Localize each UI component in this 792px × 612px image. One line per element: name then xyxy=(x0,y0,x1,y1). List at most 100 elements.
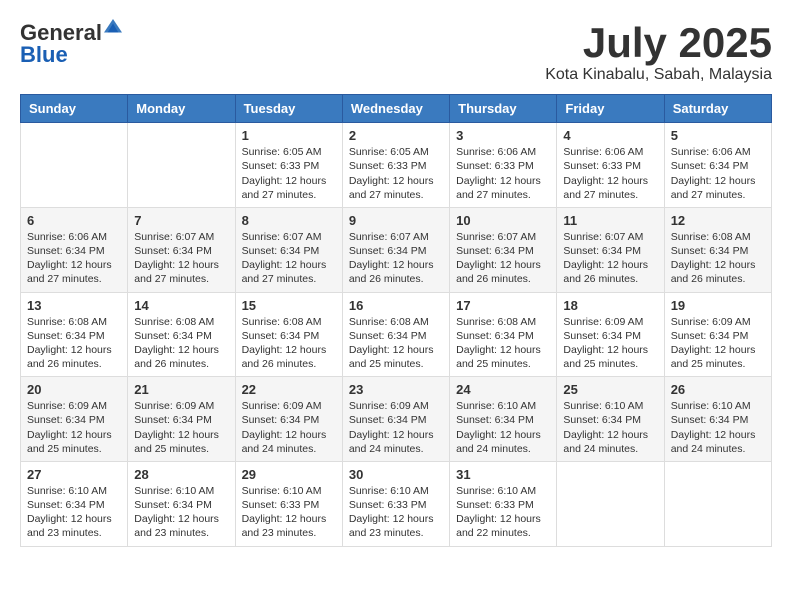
sunrise-text: Sunrise: 6:05 AM xyxy=(242,146,322,158)
title-area: July 2025 Kota Kinabalu, Sabah, Malaysia xyxy=(545,20,772,84)
day-number: 24 xyxy=(456,382,550,397)
table-row xyxy=(21,123,128,208)
sunset-text: Sunset: 6:34 PM xyxy=(456,245,534,257)
table-row: 11 Sunrise: 6:07 AM Sunset: 6:34 PM Dayl… xyxy=(557,207,664,292)
daylight-text: Daylight: 12 hours and 24 minutes. xyxy=(563,429,648,455)
day-info: Sunrise: 6:07 AM Sunset: 6:34 PM Dayligh… xyxy=(563,230,657,287)
calendar-table: Sunday Monday Tuesday Wednesday Thursday… xyxy=(20,94,772,546)
table-row: 9 Sunrise: 6:07 AM Sunset: 6:34 PM Dayli… xyxy=(342,207,449,292)
daylight-text: Daylight: 12 hours and 27 minutes. xyxy=(242,175,327,201)
sunrise-text: Sunrise: 6:10 AM xyxy=(563,400,643,412)
sunset-text: Sunset: 6:33 PM xyxy=(456,160,534,172)
sunset-text: Sunset: 6:34 PM xyxy=(134,330,212,342)
daylight-text: Daylight: 12 hours and 26 minutes. xyxy=(134,344,219,370)
sunset-text: Sunset: 6:34 PM xyxy=(242,414,320,426)
sunrise-text: Sunrise: 6:10 AM xyxy=(134,485,214,497)
day-number: 19 xyxy=(671,298,765,313)
sunset-text: Sunset: 6:34 PM xyxy=(27,499,105,511)
table-row: 15 Sunrise: 6:08 AM Sunset: 6:34 PM Dayl… xyxy=(235,292,342,377)
sunrise-text: Sunrise: 6:08 AM xyxy=(134,316,214,328)
day-info: Sunrise: 6:10 AM Sunset: 6:33 PM Dayligh… xyxy=(242,484,336,541)
day-info: Sunrise: 6:06 AM Sunset: 6:33 PM Dayligh… xyxy=(456,145,550,202)
daylight-text: Daylight: 12 hours and 24 minutes. xyxy=(456,429,541,455)
day-info: Sunrise: 6:09 AM Sunset: 6:34 PM Dayligh… xyxy=(349,399,443,456)
daylight-text: Daylight: 12 hours and 27 minutes. xyxy=(27,259,112,285)
table-row: 25 Sunrise: 6:10 AM Sunset: 6:34 PM Dayl… xyxy=(557,377,664,462)
daylight-text: Daylight: 12 hours and 26 minutes. xyxy=(563,259,648,285)
table-row: 18 Sunrise: 6:09 AM Sunset: 6:34 PM Dayl… xyxy=(557,292,664,377)
table-row: 16 Sunrise: 6:08 AM Sunset: 6:34 PM Dayl… xyxy=(342,292,449,377)
table-row: 28 Sunrise: 6:10 AM Sunset: 6:34 PM Dayl… xyxy=(128,461,235,546)
sunset-text: Sunset: 6:33 PM xyxy=(242,499,320,511)
calendar-week-row: 6 Sunrise: 6:06 AM Sunset: 6:34 PM Dayli… xyxy=(21,207,772,292)
day-number: 29 xyxy=(242,467,336,482)
sunrise-text: Sunrise: 6:09 AM xyxy=(349,400,429,412)
table-row: 29 Sunrise: 6:10 AM Sunset: 6:33 PM Dayl… xyxy=(235,461,342,546)
table-row: 17 Sunrise: 6:08 AM Sunset: 6:34 PM Dayl… xyxy=(450,292,557,377)
day-info: Sunrise: 6:10 AM Sunset: 6:34 PM Dayligh… xyxy=(563,399,657,456)
sunrise-text: Sunrise: 6:10 AM xyxy=(242,485,322,497)
header-thursday: Thursday xyxy=(450,95,557,123)
sunrise-text: Sunrise: 6:06 AM xyxy=(456,146,536,158)
daylight-text: Daylight: 12 hours and 26 minutes. xyxy=(27,344,112,370)
sunset-text: Sunset: 6:34 PM xyxy=(134,245,212,257)
day-number: 4 xyxy=(563,128,657,143)
sunrise-text: Sunrise: 6:05 AM xyxy=(349,146,429,158)
sunset-text: Sunset: 6:34 PM xyxy=(671,160,749,172)
day-number: 15 xyxy=(242,298,336,313)
sunrise-text: Sunrise: 6:07 AM xyxy=(349,231,429,243)
sunrise-text: Sunrise: 6:07 AM xyxy=(242,231,322,243)
day-info: Sunrise: 6:06 AM Sunset: 6:34 PM Dayligh… xyxy=(27,230,121,287)
calendar-week-row: 1 Sunrise: 6:05 AM Sunset: 6:33 PM Dayli… xyxy=(21,123,772,208)
day-number: 14 xyxy=(134,298,228,313)
header-saturday: Saturday xyxy=(664,95,771,123)
day-number: 26 xyxy=(671,382,765,397)
day-number: 10 xyxy=(456,213,550,228)
day-number: 18 xyxy=(563,298,657,313)
day-info: Sunrise: 6:06 AM Sunset: 6:34 PM Dayligh… xyxy=(671,145,765,202)
day-number: 20 xyxy=(27,382,121,397)
day-number: 16 xyxy=(349,298,443,313)
day-info: Sunrise: 6:07 AM Sunset: 6:34 PM Dayligh… xyxy=(456,230,550,287)
sunrise-text: Sunrise: 6:06 AM xyxy=(563,146,643,158)
day-info: Sunrise: 6:10 AM Sunset: 6:34 PM Dayligh… xyxy=(456,399,550,456)
daylight-text: Daylight: 12 hours and 24 minutes. xyxy=(349,429,434,455)
header-sunday: Sunday xyxy=(21,95,128,123)
sunset-text: Sunset: 6:34 PM xyxy=(349,414,427,426)
table-row: 8 Sunrise: 6:07 AM Sunset: 6:34 PM Dayli… xyxy=(235,207,342,292)
sunset-text: Sunset: 6:34 PM xyxy=(27,330,105,342)
sunset-text: Sunset: 6:34 PM xyxy=(563,414,641,426)
sunrise-text: Sunrise: 6:09 AM xyxy=(27,400,107,412)
day-info: Sunrise: 6:08 AM Sunset: 6:34 PM Dayligh… xyxy=(134,315,228,372)
day-info: Sunrise: 6:05 AM Sunset: 6:33 PM Dayligh… xyxy=(242,145,336,202)
sunset-text: Sunset: 6:34 PM xyxy=(27,414,105,426)
sunset-text: Sunset: 6:34 PM xyxy=(134,414,212,426)
day-number: 12 xyxy=(671,213,765,228)
table-row xyxy=(128,123,235,208)
sunrise-text: Sunrise: 6:09 AM xyxy=(242,400,322,412)
sunset-text: Sunset: 6:34 PM xyxy=(671,330,749,342)
day-number: 22 xyxy=(242,382,336,397)
day-info: Sunrise: 6:10 AM Sunset: 6:34 PM Dayligh… xyxy=(27,484,121,541)
day-info: Sunrise: 6:09 AM Sunset: 6:34 PM Dayligh… xyxy=(671,315,765,372)
table-row: 26 Sunrise: 6:10 AM Sunset: 6:34 PM Dayl… xyxy=(664,377,771,462)
sunset-text: Sunset: 6:33 PM xyxy=(349,160,427,172)
sunset-text: Sunset: 6:34 PM xyxy=(671,414,749,426)
day-info: Sunrise: 6:07 AM Sunset: 6:34 PM Dayligh… xyxy=(134,230,228,287)
day-info: Sunrise: 6:10 AM Sunset: 6:34 PM Dayligh… xyxy=(671,399,765,456)
table-row: 12 Sunrise: 6:08 AM Sunset: 6:34 PM Dayl… xyxy=(664,207,771,292)
sunset-text: Sunset: 6:34 PM xyxy=(134,499,212,511)
sunset-text: Sunset: 6:34 PM xyxy=(349,330,427,342)
table-row: 20 Sunrise: 6:09 AM Sunset: 6:34 PM Dayl… xyxy=(21,377,128,462)
day-info: Sunrise: 6:08 AM Sunset: 6:34 PM Dayligh… xyxy=(456,315,550,372)
day-info: Sunrise: 6:10 AM Sunset: 6:33 PM Dayligh… xyxy=(456,484,550,541)
daylight-text: Daylight: 12 hours and 24 minutes. xyxy=(671,429,756,455)
table-row: 30 Sunrise: 6:10 AM Sunset: 6:33 PM Dayl… xyxy=(342,461,449,546)
table-row: 19 Sunrise: 6:09 AM Sunset: 6:34 PM Dayl… xyxy=(664,292,771,377)
sunset-text: Sunset: 6:34 PM xyxy=(456,330,534,342)
sunrise-text: Sunrise: 6:08 AM xyxy=(671,231,751,243)
table-row: 22 Sunrise: 6:09 AM Sunset: 6:34 PM Dayl… xyxy=(235,377,342,462)
day-info: Sunrise: 6:05 AM Sunset: 6:33 PM Dayligh… xyxy=(349,145,443,202)
daylight-text: Daylight: 12 hours and 25 minutes. xyxy=(456,344,541,370)
daylight-text: Daylight: 12 hours and 26 minutes. xyxy=(242,344,327,370)
